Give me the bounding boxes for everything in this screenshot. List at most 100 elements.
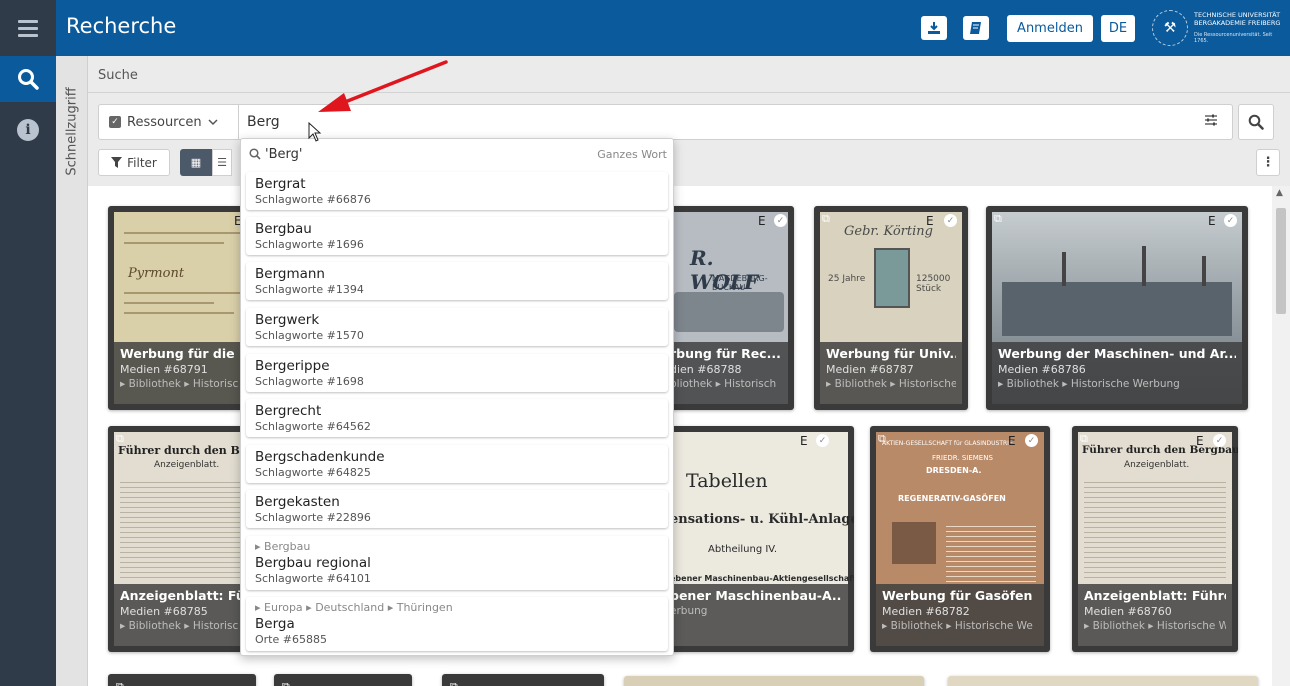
filter-button[interactable]: Filter (98, 149, 170, 176)
thumbnail-subtext: ensations- u. Kühl-Anlagen (670, 512, 854, 527)
language-button[interactable]: DE (1101, 15, 1135, 42)
search-options-icon[interactable] (1204, 114, 1218, 130)
more-options-button[interactable]: ⋮ (1256, 149, 1280, 176)
login-button[interactable]: Anmelden (1007, 15, 1093, 42)
suggestion-label: Bergmann (255, 266, 325, 282)
edition-badge: E (1008, 434, 1016, 448)
top-bar: Recherche Anmelden DE ⚒ TECHNISCHE UNIVE… (0, 0, 1290, 56)
card-caption: Anzeigenblatt: Führer... Medien #68760 ▸… (1078, 584, 1232, 646)
quick-access-panel[interactable]: Schnellzugriff (56, 56, 88, 686)
card-path[interactable]: ▸ Bibliothek ▸ Historisc (120, 620, 244, 632)
result-card[interactable]: Führer durch den Berg Anzeigenblatt. ⧉ A… (108, 426, 256, 652)
suggestion-item[interactable]: Bergrecht Schlagworte #64562 (246, 399, 668, 437)
thumbnail-subtext: MAGDEBURG-BUCKAU (712, 274, 768, 292)
card-caption: Werbung für Gasöfen ... Medien #68782 ▸ … (876, 584, 1044, 646)
suggestion-item[interactable]: Bergschadenkunde Schlagworte #64825 (246, 445, 668, 483)
check-icon[interactable]: ✓ (944, 214, 957, 227)
scroll-up-icon[interactable]: ▲ (1276, 188, 1283, 198)
suggestion-item[interactable]: Bergekasten Schlagworte #22896 (246, 490, 668, 528)
autocomplete-query-row[interactable]: 'Berg' Ganzes Wort (241, 139, 673, 169)
card-path[interactable]: ▸ Bibliothek ▸ Historische We (882, 620, 1038, 632)
autocomplete-dropdown: 'Berg' Ganzes Wort Bergrat Schlagworte #… (240, 138, 674, 656)
suggestion-meta: Schlagworte #64825 (255, 466, 371, 479)
suggestion-item[interactable]: Bergbau Schlagworte #1696 (246, 217, 668, 255)
resource-scope-dropdown[interactable]: ✓ Ressourcen (99, 105, 239, 139)
book-icon (970, 22, 981, 34)
result-card[interactable]: ⧉ (108, 674, 256, 686)
card-path[interactable]: ▸ Bibliothek ▸ Historische We (1084, 620, 1226, 632)
search-submit-button[interactable] (1238, 104, 1274, 140)
result-card[interactable]: R. WOLF MAGDEBURG-BUCKAU E ✓ rbung für R… (658, 206, 794, 410)
result-card[interactable]: Tabellen ensations- u. Kühl-Anlagen Abth… (658, 426, 854, 652)
sliders-icon (1205, 114, 1217, 126)
card-caption: Werbung der Maschinen- und Ar... Medien … (992, 342, 1242, 404)
card-path[interactable]: ▸ Bibliothek ▸ Historische Werbung (998, 378, 1236, 390)
search-input[interactable]: Berg (247, 114, 280, 130)
whole-word-toggle[interactable]: Ganzes Wort (597, 148, 667, 161)
suggestion-item[interactable]: Bergmann Schlagworte #1394 (246, 262, 668, 300)
result-card[interactable]: Führer durch den Bergbau. Anzeigenblatt.… (1072, 426, 1238, 652)
result-card[interactable]: AKTIEN-GESELLSCHAFT für GLASINDUSTRIE FR… (870, 426, 1050, 652)
multiple-items-icon: ⧉ (116, 680, 124, 686)
suggestion-label: Bergerippe (255, 358, 330, 374)
card-path[interactable]: erbung (670, 605, 842, 617)
thumbnail-subtext: ebener Maschinenbau-Aktiengesellschaft (670, 574, 854, 583)
results-scrollbar[interactable]: ▲ (1272, 186, 1290, 686)
suggestion-meta: Orte #65885 (255, 633, 327, 646)
suggestion-item[interactable]: ▸ Bergbau Bergbau regional Schlagworte #… (246, 536, 668, 590)
result-card[interactable]: ⧉ (442, 674, 604, 686)
suggestion-item[interactable]: Bergwerk Schlagworte #1570 (246, 308, 668, 346)
multiple-items-icon: ⧉ (282, 680, 290, 686)
rail-search-button[interactable] (0, 56, 56, 102)
list-view-button[interactable]: ☰ (212, 149, 232, 176)
result-card[interactable]: Gebr. Körting 25 Jahre 125000 Stück ⧉ E … (814, 206, 968, 410)
autocomplete-query: 'Berg' (265, 147, 303, 162)
result-card[interactable] (948, 676, 1258, 686)
check-icon[interactable]: ✓ (816, 434, 829, 447)
suggestion-item[interactable]: Bergrat Schlagworte #66876 (246, 172, 668, 210)
suggestion-item[interactable]: ▸ Europa ▸ Deutschland ▸ Thüringen Berga… (246, 597, 668, 651)
menu-icon-line (18, 26, 38, 30)
thumbnail-text: AKTIEN-GESELLSCHAFT für GLASINDUSTRIE (882, 440, 1013, 447)
suggestion-label: Bergekasten (255, 494, 340, 510)
check-icon[interactable]: ✓ (774, 214, 787, 227)
left-rail: i (0, 56, 56, 686)
check-icon[interactable]: ✓ (1224, 214, 1237, 227)
suggestion-meta: Schlagworte #1698 (255, 375, 364, 388)
scroll-thumb[interactable] (1276, 208, 1286, 314)
download-button[interactable] (921, 16, 947, 40)
search-icon (1248, 114, 1264, 130)
hamburger-menu-button[interactable] (0, 0, 56, 56)
checkbox-icon: ✓ (109, 116, 121, 128)
app-title: Recherche (66, 14, 177, 38)
multiple-items-icon: ⧉ (822, 212, 830, 225)
result-card[interactable]: Pyrmont E Werbung für die F Medien #6879… (108, 206, 256, 410)
suggestion-meta: Schlagworte #64562 (255, 420, 371, 433)
result-card[interactable]: ⧉ E ✓ Werbung der Maschinen- und Ar... M… (986, 206, 1248, 410)
suggestion-label: Bergwerk (255, 312, 320, 328)
edition-badge: E (758, 214, 766, 228)
check-icon[interactable]: ✓ (1213, 434, 1226, 447)
result-card[interactable] (624, 676, 924, 686)
multiple-items-icon: ⧉ (878, 432, 886, 445)
card-id: dien #68788 (670, 363, 742, 376)
suggestion-item[interactable]: Bergerippe Schlagworte #1698 (246, 354, 668, 392)
breadcrumb: Suche (98, 68, 138, 83)
rail-info-button[interactable]: i (0, 110, 56, 150)
check-icon[interactable]: ✓ (1025, 434, 1038, 447)
thumbnail-text: Führer durch den Berg (118, 444, 256, 457)
filter-label: Filter (127, 155, 157, 170)
thumbnail-subtext: 125000 Stück (916, 274, 951, 294)
funnel-icon (111, 157, 123, 168)
card-path[interactable]: ▸ Bibliothek ▸ Historisc (120, 378, 244, 390)
card-path[interactable]: ▸ Bibliothek ▸ Historische (826, 378, 956, 390)
thumbnail-subtext: Abtheilung IV. (708, 544, 778, 555)
thumbnail-subtext: DRESDEN-A. (926, 466, 982, 475)
result-card[interactable]: ⧉ (274, 674, 412, 686)
grid-view-button[interactable]: ▦ (180, 149, 212, 176)
card-caption: Anzeigenblatt: Führ Medien #68785 ▸ Bibl… (114, 584, 250, 646)
card-id: Medien #68782 (882, 605, 970, 618)
card-id: Medien #68786 (998, 363, 1086, 376)
card-path[interactable]: bliothek ▸ Historisch (670, 378, 782, 390)
clipboard-button[interactable] (963, 16, 989, 40)
